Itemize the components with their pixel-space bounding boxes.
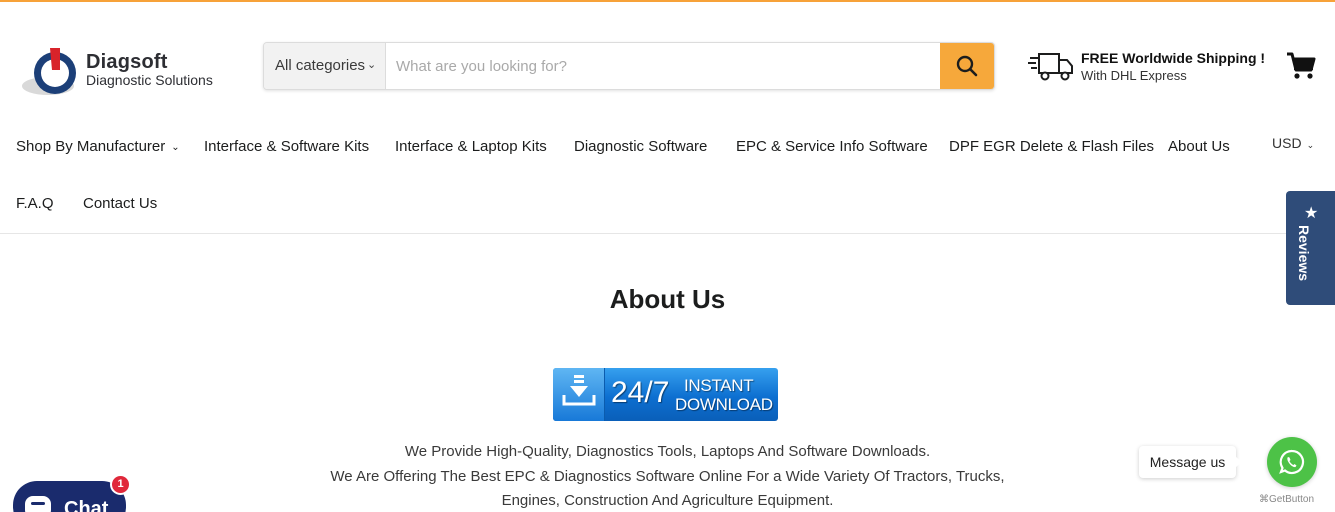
nav-dpf-egr-delete[interactable]: DPF EGR Delete & Flash Files <box>949 138 1154 155</box>
about-paragraph-1: We Provide High-Quality, Diagnostics Too… <box>404 443 931 460</box>
search-icon <box>956 55 978 77</box>
download-icon <box>553 368 605 421</box>
getbutton-credit[interactable]: ⌘GetButton <box>1259 494 1314 505</box>
cart-icon <box>1287 52 1316 79</box>
nav-interface-laptop-kits[interactable]: Interface & Laptop Kits <box>395 138 547 155</box>
nav-about-us[interactable]: About Us <box>1168 138 1230 155</box>
whatsapp-icon <box>1279 449 1305 475</box>
about-paragraph-3: Engines, Construction And Agriculture Eq… <box>501 492 834 509</box>
shipping-subtitle: With DHL Express <box>1081 68 1187 83</box>
nav-diagnostic-software[interactable]: Diagnostic Software <box>574 138 707 155</box>
nav-interface-software-kits[interactable]: Interface & Software Kits <box>204 138 369 155</box>
reviews-tab-label: Reviews <box>1296 225 1312 282</box>
nav-label: Shop By Manufacturer <box>16 138 166 155</box>
brand-tagline: Diagnostic Solutions <box>86 72 213 88</box>
banner-big-text: 24/7 <box>611 376 670 409</box>
site-logo[interactable]: Diagsoft Diagnostic Solutions <box>22 44 237 100</box>
chevron-down-icon: ⌄ <box>367 59 377 71</box>
page-title: About Us <box>609 284 726 314</box>
delivery-truck-icon <box>1028 53 1073 81</box>
shipping-promo: FREE Worldwide Shipping ! With DHL Expre… <box>1028 48 1268 88</box>
message-us-bubble[interactable]: Message us <box>1139 446 1242 478</box>
instant-download-banner: 24/7 INSTANT DOWNLOAD <box>553 368 778 421</box>
banner-line2: DOWNLOAD <box>675 395 773 414</box>
nav-epc-service-info[interactable]: EPC & Service Info Software <box>736 138 928 155</box>
shipping-title: FREE Worldwide Shipping ! <box>1081 50 1266 66</box>
chevron-down-icon: ⌄ <box>1306 140 1315 150</box>
star-icon: ★ <box>1304 205 1319 222</box>
category-select-label: All categories <box>275 57 366 74</box>
currency-selector[interactable]: USD ⌄ <box>1272 135 1314 151</box>
chat-unread-badge: 1 <box>110 474 131 495</box>
search-input[interactable] <box>386 43 941 89</box>
header-divider <box>0 233 1335 234</box>
chat-bubble-icon <box>25 496 51 512</box>
category-select[interactable]: All categories ⌄ <box>264 43 386 89</box>
cart-button[interactable] <box>1286 51 1316 81</box>
chat-label: Chat <box>64 498 109 512</box>
whatsapp-button[interactable] <box>1267 437 1317 487</box>
currency-label: USD <box>1272 135 1302 151</box>
logo-mark-icon <box>22 48 76 95</box>
top-accent-bar <box>0 0 1335 2</box>
chat-button[interactable]: Chat <box>13 481 126 512</box>
search-bar: All categories ⌄ <box>263 42 995 90</box>
search-button[interactable] <box>940 43 994 89</box>
nav-contact-us[interactable]: Contact Us <box>83 195 157 212</box>
getbutton-label: GetButton <box>1269 494 1315 505</box>
about-paragraph-2: We Are Offering The Best EPC & Diagnosti… <box>330 468 1005 485</box>
nav-faq[interactable]: F.A.Q <box>16 195 54 212</box>
brand-name: Diagsoft <box>86 51 168 73</box>
getbutton-logo-icon: ⌘ <box>1259 494 1269 505</box>
chevron-down-icon: ⌄ <box>171 142 180 153</box>
banner-line1: INSTANT <box>684 376 754 395</box>
nav-shop-by-manufacturer[interactable]: Shop By Manufacturer ⌄ <box>16 138 180 155</box>
